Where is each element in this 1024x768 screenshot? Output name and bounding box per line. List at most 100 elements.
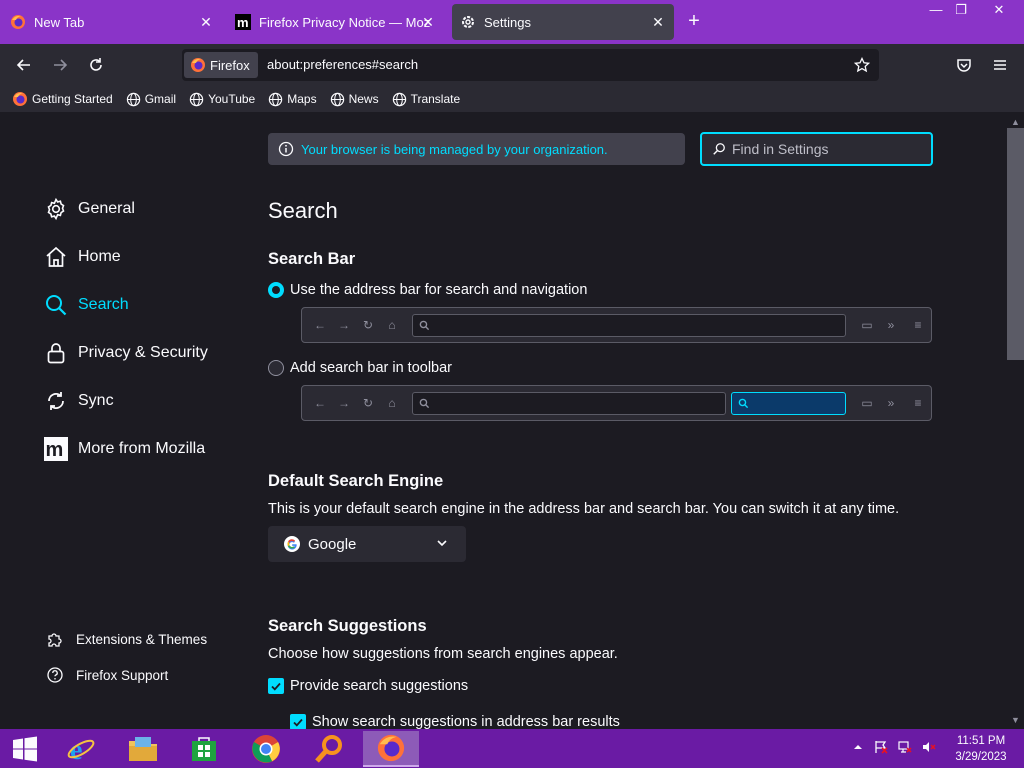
svg-text:m: m (237, 15, 249, 30)
clock-time: 11:51 PM (956, 735, 1006, 747)
default-engine-value: Google (308, 535, 357, 553)
identity-label: Firefox (210, 57, 250, 73)
find-input[interactable] (732, 141, 922, 157)
bookmark-label: Getting Started (32, 92, 113, 106)
identity-box[interactable]: Firefox (184, 52, 258, 78)
tab-strip: New Tab ✕ m Firefox Privacy Notice — Moz… (0, 0, 1024, 44)
action-center-flag-icon[interactable] (874, 740, 888, 754)
settings-page: Your browser is being managed by your or… (0, 112, 1008, 729)
tab-settings[interactable]: Settings ✕ (452, 4, 674, 40)
taskbar-clock[interactable]: 11:51 PM 3/29/2023 (950, 733, 1012, 765)
scrollbar-thumb[interactable] (1007, 128, 1024, 360)
bookmark-getting-started[interactable]: Getting Started (12, 91, 113, 107)
home-icon (46, 246, 66, 267)
bookmark-news[interactable]: News (330, 92, 379, 107)
sidebar-item-general[interactable]: General (44, 194, 135, 224)
url-text[interactable]: about:preferences#search (267, 57, 418, 72)
page-scrollbar[interactable]: ▲ ▼ (1007, 112, 1024, 729)
back-arrow-icon (16, 59, 30, 71)
taskbar-store[interactable] (184, 731, 224, 767)
checkbox-checked[interactable] (268, 678, 284, 694)
overflow-icon: » (887, 396, 895, 410)
sidebar-footer-support[interactable]: Firefox Support (46, 666, 168, 684)
taskbar-search-app[interactable] (309, 731, 349, 767)
bookmark-star-icon[interactable] (854, 57, 870, 73)
checkmark-icon (293, 718, 303, 727)
puzzle-icon (48, 633, 62, 647)
sidebar-item-more-from-mozilla[interactable]: m More from Mozilla (44, 434, 205, 464)
tab-privacy-notice[interactable]: m Firefox Privacy Notice — Mozilla ✕ (226, 0, 448, 44)
close-window-button[interactable]: ✕ (984, 0, 1014, 22)
url-bar[interactable]: Firefox about:preferences#search (182, 49, 879, 81)
search-bar-preview: ← → ↻ ⌂ ▭ » ≡ (301, 385, 932, 421)
tab-close-icon[interactable]: ✕ (420, 14, 436, 30)
tab-close-icon[interactable]: ✕ (650, 14, 666, 30)
reload-button[interactable] (84, 53, 108, 77)
back-arrow-icon: ← (314, 318, 326, 332)
search-icon (419, 320, 430, 331)
sidebar-item-search[interactable]: Search (44, 290, 129, 320)
bookmark-maps[interactable]: Maps (268, 92, 317, 107)
taskbar-file-explorer[interactable] (123, 731, 163, 767)
taskbar-chrome[interactable] (246, 731, 286, 767)
default-engine-heading: Default Search Engine (268, 472, 444, 490)
radio-button-unchecked[interactable] (268, 360, 284, 376)
search-bar-heading: Search Bar (268, 250, 356, 268)
app-menu-button[interactable] (988, 53, 1012, 77)
sidebar-footer-label: Firefox Support (76, 667, 169, 683)
scroll-up-arrow-icon[interactable]: ▲ (1011, 117, 1020, 127)
bookmark-label: Gmail (144, 92, 177, 106)
pocket-icon (957, 59, 971, 72)
default-engine-select[interactable]: Google (268, 526, 466, 562)
bookmark-label: YouTube (208, 92, 256, 106)
mozilla-m-icon: m (235, 14, 251, 30)
bookmark-youtube[interactable]: YouTube (189, 92, 255, 107)
bookmark-translate[interactable]: Translate (392, 92, 460, 107)
bookmark-gmail[interactable]: Gmail (126, 92, 176, 107)
new-tab-button[interactable]: + (684, 11, 704, 32)
bookmark-label: News (348, 92, 379, 106)
scroll-down-arrow-icon[interactable]: ▼ (1011, 715, 1020, 725)
policy-notice[interactable]: Your browser is being managed by your or… (268, 133, 685, 165)
search-icon (46, 295, 67, 316)
sidebar-item-privacy[interactable]: Privacy & Security (44, 338, 208, 368)
sidebar-footer-extensions[interactable]: Extensions & Themes (46, 630, 207, 648)
sidebar-item-home[interactable]: Home (44, 242, 121, 272)
sidebar-toggle-icon: ▭ (861, 318, 873, 332)
policy-text: Your browser is being managed by your or… (301, 141, 608, 157)
bookmarks-toolbar: Getting Started Gmail YouTube Maps News … (0, 86, 1024, 112)
preview-url-field (412, 314, 846, 337)
start-button[interactable] (5, 731, 45, 767)
tab-new-tab[interactable]: New Tab ✕ (0, 0, 222, 44)
forward-button[interactable] (48, 53, 72, 77)
radio-add-search-bar[interactable]: Add search bar in toolbar (268, 360, 452, 376)
checkbox-provide-suggestions[interactable]: Provide search suggestions (268, 678, 468, 694)
tab-close-icon[interactable]: ✕ (198, 14, 214, 30)
back-button[interactable] (12, 53, 36, 77)
radio-button-checked[interactable] (268, 282, 284, 298)
page-title: Search (268, 198, 338, 223)
radio-use-address-bar[interactable]: Use the address bar for search and navig… (268, 282, 587, 298)
volume-muted-icon[interactable] (922, 740, 936, 754)
search-icon (419, 398, 430, 409)
taskbar-internet-explorer[interactable]: e (61, 731, 101, 767)
tab-title: Settings (484, 14, 531, 30)
pocket-button[interactable] (952, 53, 976, 77)
preview-url-field (412, 392, 726, 415)
reload-icon: ↻ (362, 396, 374, 410)
sidebar-item-sync[interactable]: Sync (44, 386, 114, 416)
forward-arrow-icon: → (338, 396, 350, 410)
globe-icon (269, 92, 283, 106)
home-icon: ⌂ (388, 318, 396, 332)
taskbar-firefox[interactable] (363, 731, 419, 767)
globe-icon (126, 92, 140, 106)
find-in-settings[interactable] (700, 132, 933, 166)
address-bar-preview: ← → ↻ ⌂ ▭ » ≡ (301, 307, 932, 343)
sidebar-toggle-icon: ▭ (861, 396, 873, 410)
checkbox-checked[interactable] (290, 714, 306, 729)
restore-button[interactable]: ❐ (946, 0, 976, 22)
checkbox-address-bar-suggestions[interactable]: Show search suggestions in address bar r… (290, 714, 620, 729)
suggestions-heading: Search Suggestions (268, 617, 427, 635)
network-icon[interactable] (898, 740, 912, 754)
tray-chevron-up-icon[interactable] (851, 740, 865, 754)
